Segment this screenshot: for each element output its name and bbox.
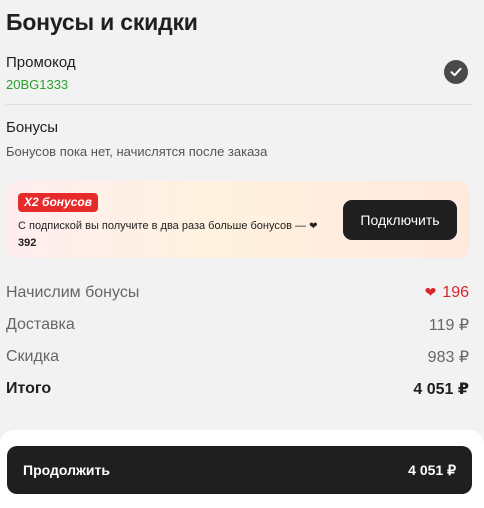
summary-value: 119 ₽ bbox=[428, 317, 469, 334]
subscribe-button[interactable]: Подключить bbox=[343, 200, 457, 240]
summary-label: Итого bbox=[6, 380, 52, 397]
x2-bonus-badge: X2 бонусов bbox=[18, 193, 98, 212]
bonuses-section: Бонусы Бонусов пока нет, начислятся посл… bbox=[6, 119, 267, 159]
promo-code-label: Промокод bbox=[6, 54, 76, 71]
summary-label: Доставка bbox=[6, 316, 75, 333]
summary-row-discount: Скидка 983 ₽ bbox=[6, 341, 469, 373]
promo-code-section[interactable]: Промокод 20BG1333 bbox=[6, 54, 470, 96]
page-title: Бонусы и скидки bbox=[6, 9, 198, 35]
bonuses-discounts-panel: Бонусы и скидки Промокод 20BG1333 Бонусы… bbox=[0, 0, 484, 508]
order-summary: Начислим бонусы ❤ 196 Доставка 119 ₽ Скид… bbox=[6, 277, 469, 405]
heart-icon: ❤ bbox=[309, 221, 318, 232]
subscription-promo-card: X2 бонусов С подпиской вы получите в два… bbox=[6, 181, 469, 258]
summary-value: ❤ 196 bbox=[425, 284, 469, 302]
summary-row-total: Итого 4 051 ₽ bbox=[6, 373, 469, 405]
divider bbox=[6, 104, 472, 105]
heart-icon: ❤ bbox=[424, 284, 437, 300]
summary-row-bonuses: Начислим бонусы ❤ 196 bbox=[6, 277, 469, 309]
continue-button-amount: 4 051 ₽ bbox=[408, 461, 456, 478]
promo-code-value: 20BG1333 bbox=[6, 77, 69, 92]
continue-button[interactable]: Продолжить 4 051 ₽ bbox=[7, 446, 472, 494]
bonus-points-value: 196 bbox=[442, 284, 469, 301]
summary-label: Скидка bbox=[6, 348, 60, 365]
subscription-promo-text: С подпиской вы получите в два раза больш… bbox=[18, 218, 338, 251]
summary-value: 983 ₽ bbox=[427, 349, 469, 366]
summary-label: Начислим бонусы bbox=[6, 284, 140, 301]
bonuses-label: Бонусы bbox=[6, 119, 59, 136]
check-circle-icon[interactable] bbox=[444, 60, 468, 84]
summary-value: 4 051 ₽ bbox=[413, 381, 469, 398]
subscription-promo-description: С подпиской вы получите в два раза больш… bbox=[18, 220, 307, 232]
bonuses-note: Бонусов пока нет, начислятся после заказ… bbox=[6, 144, 268, 159]
subscription-bonus-amount: 392 bbox=[18, 237, 37, 249]
continue-button-label: Продолжить bbox=[23, 462, 110, 478]
summary-row-delivery: Доставка 119 ₽ bbox=[6, 309, 469, 341]
checkout-footer: Продолжить 4 051 ₽ bbox=[0, 430, 484, 508]
